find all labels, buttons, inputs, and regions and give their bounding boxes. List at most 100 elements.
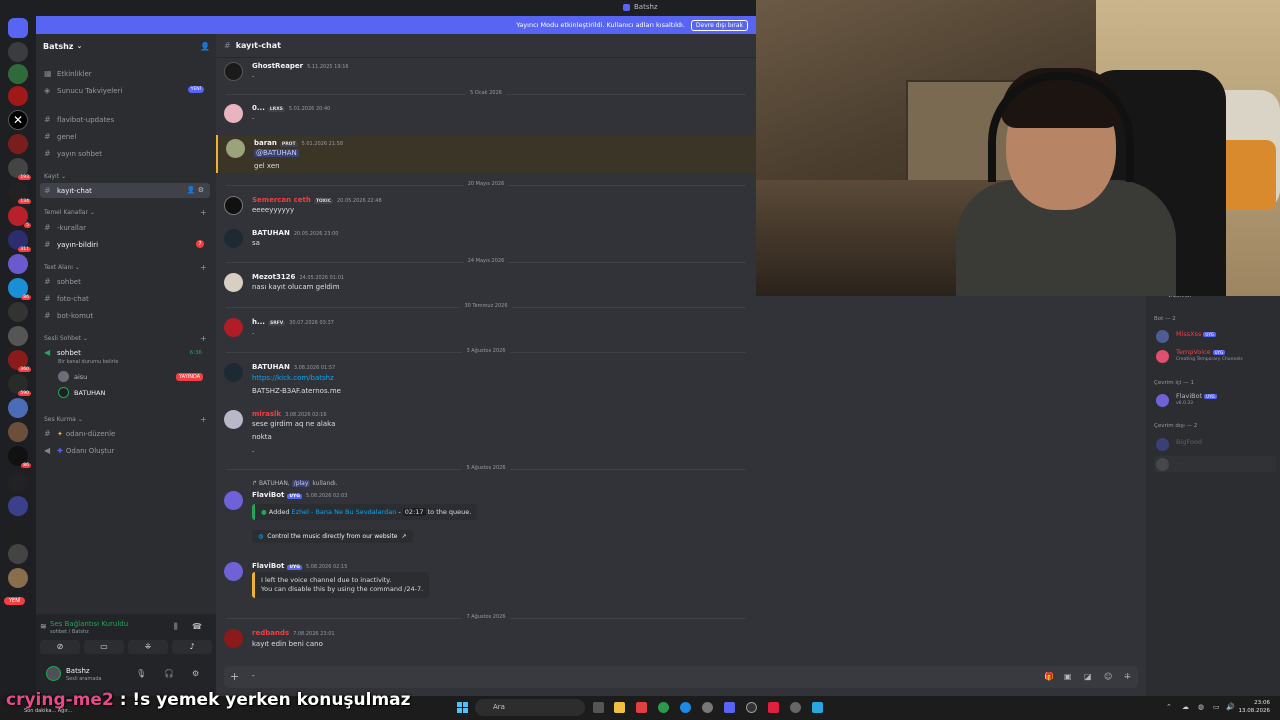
add-channel-icon[interactable]: + [200,334,207,343]
discord-home-icon[interactable] [8,18,28,38]
control-music-button[interactable]: ◍ Control the music directly from our we… [252,530,413,543]
server-icon[interactable]: 134 [8,182,31,204]
file-explorer-icon[interactable] [614,702,625,713]
avatar[interactable] [226,139,245,158]
server-icon[interactable]: 311 [8,230,31,252]
voice-connected-title[interactable]: Ses Bağlantısı Kuruldu [50,620,128,628]
channel-item[interactable]: # genel [40,129,210,144]
invite-people-icon[interactable]: 👤 [200,42,210,51]
member-item[interactable]: BigFood [1154,436,1276,452]
monitor-icon[interactable]: ▭ [1213,703,1220,711]
server-icon[interactable] [8,134,28,154]
voice-user[interactable]: aisu [58,371,87,382]
microphone-icon[interactable]: 🎙 [136,669,146,678]
new-servers-pill[interactable]: YENİ [4,597,26,605]
message-author[interactable]: h... SRFV 30.07.2026 03:37 [252,318,334,326]
channel-item[interactable]: # ✦ odanı-düzenle [40,426,210,441]
add-channel-icon[interactable]: + [200,415,207,424]
app-icon[interactable] [702,702,713,713]
voice-status-text[interactable]: Bir kanal durumu belirle [58,359,118,365]
activities-button[interactable]: ⁜ [128,640,168,654]
server-icon[interactable] [8,472,28,492]
message-input-bar[interactable]: + - 🎁 ▣ ◪ ☺ ⁜ [224,666,1138,688]
avatar[interactable] [224,196,243,215]
message-author[interactable]: redbands 7.08.2026 23:01 [252,629,335,637]
camera-off-button[interactable]: ⊘ [40,640,80,654]
category-temel[interactable]: Temel Kanallar ⌄ + [44,208,207,217]
avatar[interactable] [224,410,243,429]
server-name-header[interactable]: Batshz ⌄ 👤 [36,34,216,58]
avatar[interactable] [224,562,243,581]
voice-connected-sub[interactable]: sohbet / Batshz [50,629,89,635]
server-boosts-item[interactable]: ◈ Sunucu Takviyeleri YENİ [40,83,210,98]
avatar[interactable] [46,666,61,681]
server-icon[interactable] [8,520,28,540]
store-icon[interactable] [636,702,647,713]
server-icon[interactable]: 193 [8,158,31,180]
member-item[interactable]: TempVoice UYG Creating Temporary Channels [1154,348,1276,364]
message-author[interactable]: FlaviBot UYG 5.08.2026 02:15 [252,562,347,570]
disconnect-icon[interactable]: ☎ [192,622,202,631]
server-icon[interactable] [8,422,28,442]
message-author[interactable]: miraslk 3.08.2026 02:16 [252,410,327,418]
server-icon[interactable] [8,86,28,106]
channel-item[interactable]: # yayın-bildiri 7 [40,237,210,252]
message-author[interactable]: Mezot3126 24.05.2026 01:01 [252,273,344,281]
server-icon[interactable]: 590 [8,374,31,396]
gear-icon[interactable]: ⚙ [192,669,199,678]
channel-item[interactable]: # foto-chat [40,291,210,306]
channel-item[interactable]: # flavibot-updates [40,112,210,127]
channel-item[interactable]: # -kurallar [40,220,210,235]
disable-streamer-mode-button[interactable]: Devre dışı bırak [690,19,748,31]
taskbar-search[interactable]: Ara [475,699,585,716]
events-item[interactable]: ▦ Etkinlikler [40,66,210,81]
apps-icon[interactable]: ⁜ [1124,672,1131,681]
avatar[interactable] [224,363,243,382]
soundboard-button[interactable]: ♪ [172,640,212,654]
screen-share-button[interactable]: ▭ [84,640,124,654]
member-item[interactable]: ... [1154,456,1276,472]
avatar[interactable] [224,318,243,337]
message-link[interactable]: https://kick.com/batshz [252,374,334,382]
tray-chevron-icon[interactable]: ⌃ [1166,703,1172,711]
message-author[interactable]: GhostReaper 5.11.2025 19:16 [252,62,349,70]
steam-icon[interactable] [790,702,801,713]
message-author[interactable]: BATUHAN 20.05.2026 23:00 [252,229,338,237]
network-icon[interactable]: ◍ [1198,703,1204,711]
avatar[interactable] [224,629,243,648]
headphones-icon[interactable]: 🎧 [164,669,174,678]
channel-settings-icons[interactable]: 👤 ⚙ [187,186,204,194]
avatar[interactable] [224,491,243,510]
sticker-icon[interactable]: ◪ [1084,672,1092,681]
message-author[interactable]: FlaviBot UYG 5.08.2026 02:03 [252,491,347,499]
noise-suppression-icon[interactable]: ⫼ [174,622,178,632]
server-icon[interactable] [8,254,28,274]
channel-item-active[interactable]: # kayıt-chat 👤 ⚙ [40,183,210,198]
server-icon[interactable]: 360 [8,350,31,372]
app-icon[interactable] [812,702,823,713]
category-sesli[interactable]: Sesli Sohbet ⌄ + [44,334,207,343]
add-channel-icon[interactable]: + [200,263,207,272]
emoji-icon[interactable]: ☺ [1104,672,1112,681]
cloud-icon[interactable]: ☁ [1182,703,1189,711]
taskbar-clock[interactable]: 23:06 13.08.2026 [1239,699,1271,715]
category-ses-kurma[interactable]: Ses Kurma ⌄ + [44,415,207,424]
discord-taskbar-icon[interactable] [724,702,735,713]
server-icon[interactable] [8,326,28,346]
server-icon[interactable] [8,496,28,516]
category-text[interactable]: Text Alanı ⌄ + [44,263,207,272]
server-icon[interactable] [8,568,28,588]
gif-icon[interactable]: ▣ [1064,672,1072,681]
user-mention[interactable]: @BATUHAN [254,149,299,157]
song-link[interactable]: Ezhel - Bana Ne Bu Sevdalardan [292,508,397,516]
obs-icon[interactable] [746,702,757,713]
member-item[interactable]: FlaviBot UYG v6.0.33 [1154,392,1276,408]
avatar[interactable] [224,229,243,248]
voice-user[interactable]: BATUHAN [58,387,105,398]
message-author[interactable]: Semercan ceth TOXIC 20.05.2026 22:48 [252,196,382,204]
server-icon[interactable] [8,544,28,564]
avatar[interactable] [224,273,243,292]
avatar[interactable] [224,104,243,123]
member-item[interactable]: MissXss UYG [1154,328,1276,344]
command-reply[interactable]: ↱ BATUHAN, /play kullandı. [252,480,338,487]
